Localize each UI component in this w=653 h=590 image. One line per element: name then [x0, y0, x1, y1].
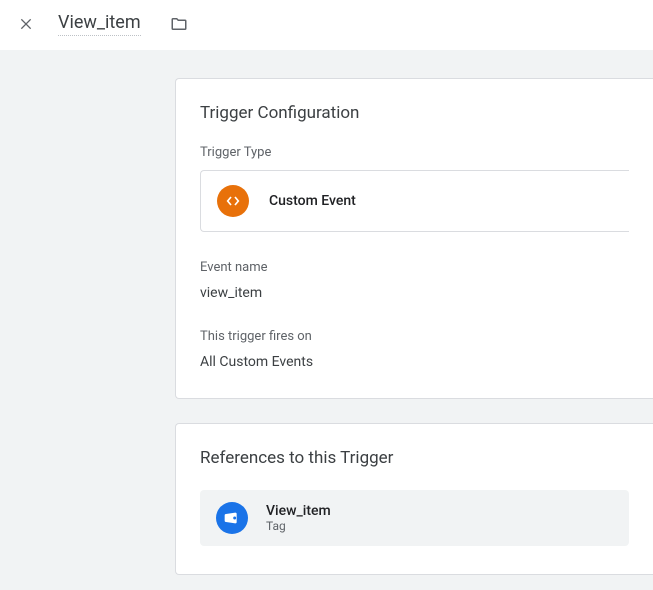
custom-event-icon — [217, 185, 249, 217]
content-area: Trigger Configuration Trigger Type Custo… — [0, 50, 653, 590]
trigger-type-value: Custom Event — [269, 193, 356, 209]
references-title: References to this Trigger — [200, 448, 629, 468]
event-name-label: Event name — [200, 260, 629, 275]
title-container[interactable]: View_item — [58, 12, 141, 36]
close-icon[interactable] — [16, 14, 36, 34]
event-name-value: view_item — [200, 285, 629, 301]
folder-icon[interactable] — [169, 14, 189, 34]
trigger-type-label: Trigger Type — [200, 145, 629, 160]
tag-icon — [216, 502, 248, 534]
reference-info: View_item Tag — [266, 503, 331, 533]
trigger-config-title: Trigger Configuration — [200, 103, 629, 123]
fires-on-value: All Custom Events — [200, 354, 629, 370]
reference-item[interactable]: View_item Tag — [200, 490, 629, 546]
fires-on-label: This trigger fires on — [200, 329, 629, 344]
reference-name: View_item — [266, 503, 331, 519]
trigger-type-selector[interactable]: Custom Event — [200, 170, 629, 232]
references-card: References to this Trigger View_item Tag — [175, 423, 653, 575]
trigger-config-card: Trigger Configuration Trigger Type Custo… — [175, 78, 653, 399]
topbar: View_item — [0, 0, 653, 50]
reference-type: Tag — [266, 519, 331, 533]
page-title: View_item — [58, 12, 141, 33]
